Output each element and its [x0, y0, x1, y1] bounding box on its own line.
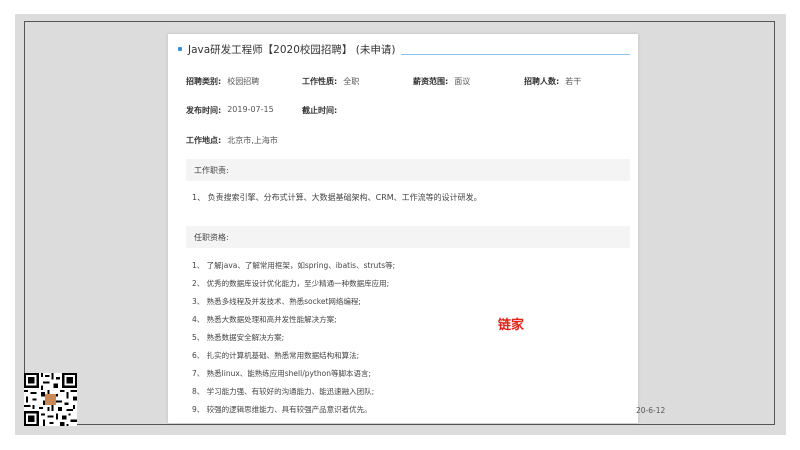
field-nature: 工作性质: 全职 [302, 76, 413, 87]
title-underline [401, 53, 630, 55]
field-label: 工作性质: [302, 77, 338, 86]
job-posting-document: Java研发工程师【2020校园招聘】 (未申请) 招聘类别: 校园招聘 工作性… [168, 34, 638, 423]
field-value: 若干 [565, 77, 582, 86]
requirement-item: 7、 熟悉linux、能熟练应用shell/python等脚本语言; [192, 369, 371, 378]
field-publish-date: 发布时间: 2019-07-15 [186, 105, 302, 116]
requirement-item: 3、 熟悉多线程及并发技术、熟悉socket网络编程; [192, 297, 361, 306]
duty-item: 1、 负责搜索引擎、分布式计算、大数据基础架构、CRM、工作流等的设计研发。 [192, 193, 482, 202]
requirement-item: 2、 优秀的数据库设计优化能力，至少精通一种数据库应用; [192, 279, 390, 288]
field-value: 全职 [343, 77, 360, 86]
company-watermark: 链家 [498, 318, 525, 333]
requirement-item: 1、 了解java、了解常用框架，如spring、ibatis、struts等; [192, 261, 396, 270]
field-category: 招聘类别: 校园招聘 [186, 76, 302, 87]
field-location: 工作地点: 北京市,上海市 [186, 135, 278, 146]
field-salary: 薪资范围: 面议 [413, 76, 524, 87]
requirements-list: 1、 了解java、了解常用框架，如spring、ibatis、struts等;… [192, 257, 395, 419]
requirements-heading: 任职资格: [186, 226, 630, 248]
field-label: 工作地点: [186, 136, 222, 145]
field-label: 发布时间: [186, 106, 222, 115]
field-value: 北京市,上海市 [227, 136, 278, 145]
field-count: 招聘人数: 若干 [524, 76, 581, 87]
meta-row-1: 招聘类别: 校园招聘 工作性质: 全职 薪资范围: 面议 招聘人数: 若干 [186, 76, 581, 87]
requirement-item: 8、 学习能力强、有较好的沟通能力、能迅速融入团队; [192, 387, 375, 396]
requirement-item: 9、 较强的逻辑思维能力、具有较强产品意识者优先。 [192, 405, 372, 414]
meta-row-3: 工作地点: 北京市,上海市 [186, 135, 278, 146]
field-value: 面议 [454, 77, 471, 86]
requirement-item: 5、 熟悉数据安全解决方案; [192, 333, 285, 342]
meta-row-2: 发布时间: 2019-07-15 截止时间: [186, 105, 343, 116]
field-label: 薪资范围: [413, 77, 449, 86]
date-stamp: 20-6-12 [636, 406, 666, 415]
requirement-item: 4、 熟悉大数据处理和高并发性能解决方案; [192, 315, 337, 324]
qr-code-icon [24, 373, 77, 426]
requirement-item: 6、 扎实的计算机基础、熟悉常用数据结构和算法; [192, 351, 360, 360]
field-label: 招聘类别: [186, 77, 222, 86]
field-label: 招聘人数: [524, 77, 560, 86]
field-value: 校园招聘 [227, 77, 260, 86]
job-title-row: Java研发工程师【2020校园招聘】 (未申请) [178, 40, 630, 58]
field-label: 截止时间: [302, 106, 338, 115]
field-value: 2019-07-15 [227, 105, 274, 114]
job-title: Java研发工程师【2020校园招聘】 (未申请) [188, 43, 396, 56]
field-deadline: 截止时间: [302, 105, 343, 116]
duties-heading: 工作职责: [186, 159, 630, 181]
title-bullet-icon [178, 47, 182, 51]
